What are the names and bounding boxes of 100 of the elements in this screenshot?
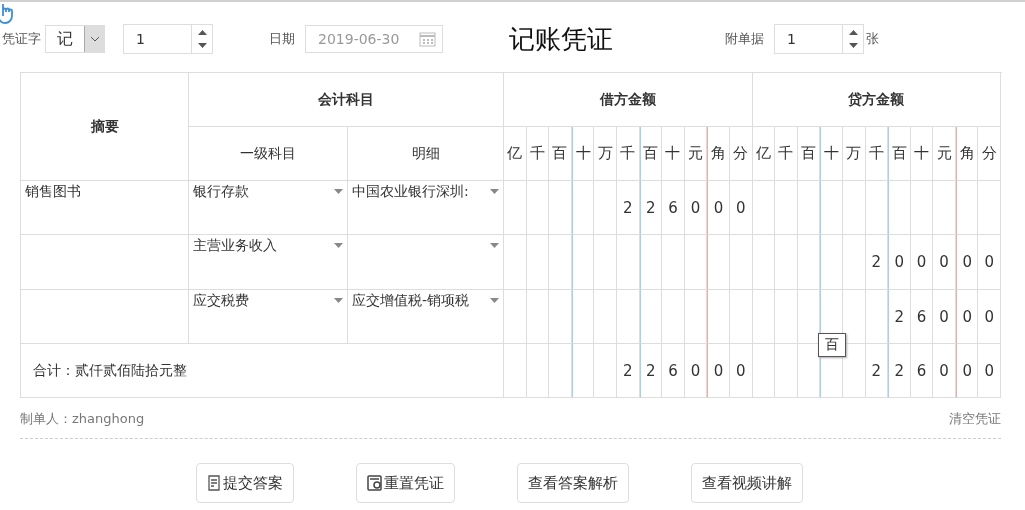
digit-header: 百: [639, 127, 663, 181]
attachments-field[interactable]: 1: [774, 24, 864, 54]
dropdown-icon[interactable]: [334, 243, 343, 248]
digit-cell: 0: [933, 235, 956, 290]
dropdown-icon[interactable]: [334, 298, 343, 303]
table-cell: [820, 181, 843, 235]
table-cell: [729, 290, 753, 344]
dropdown-icon[interactable]: [334, 189, 343, 194]
table-cell: [594, 290, 617, 344]
table-cell: [797, 235, 821, 290]
tooltip: 百: [818, 333, 846, 357]
digit-cell: 2: [888, 290, 911, 344]
table-cell: [707, 290, 730, 344]
table-cell: [526, 235, 550, 290]
digit-cell: 2: [616, 181, 640, 235]
digit-header: 万: [842, 127, 866, 181]
digit-cell: 2: [639, 181, 663, 235]
table-cell: [639, 290, 663, 344]
account-select[interactable]: 应交税费: [193, 292, 249, 310]
action-button[interactable]: 查看视频讲解: [691, 463, 803, 503]
table-cell: [820, 235, 843, 290]
table-cell: [662, 290, 685, 344]
digit-cell: 0: [978, 344, 1002, 398]
table-cell: [865, 290, 889, 344]
digit-header: 亿: [752, 127, 776, 181]
table-cell: [594, 181, 617, 235]
digit-cell: 0: [955, 235, 979, 290]
digit-header: 十: [820, 127, 843, 181]
table-cell: [684, 235, 708, 290]
table-cell: [594, 344, 617, 398]
table-cell: [775, 290, 798, 344]
digit-header: 元: [933, 127, 956, 181]
reset-icon: [367, 475, 382, 491]
digit-header: 十: [910, 127, 934, 181]
digit-cell: 0: [707, 344, 730, 398]
digit-header: 百: [888, 127, 911, 181]
digit-cell: 0: [684, 181, 708, 235]
table-cell: [775, 235, 798, 290]
digit-cell: 6: [910, 344, 934, 398]
detail-select[interactable]: 中国农业银行深圳:: [352, 183, 469, 201]
stepper-icon[interactable]: [197, 29, 207, 49]
digit-header: 分: [978, 127, 1002, 181]
dropdown-icon[interactable]: [490, 243, 499, 248]
column-header: 摘要: [21, 73, 189, 181]
table-cell: [752, 290, 776, 344]
action-button[interactable]: 提交答案: [196, 463, 294, 503]
stepper-icon[interactable]: [848, 29, 858, 49]
summary-cell[interactable]: 销售图书: [25, 183, 81, 201]
calendar-icon: [419, 31, 436, 47]
digit-cell: 0: [933, 290, 956, 344]
account-select[interactable]: 银行存款: [193, 183, 249, 201]
digit-header: 百: [797, 127, 821, 181]
digit-header: 元: [684, 127, 708, 181]
dropdown-icon[interactable]: [490, 298, 499, 303]
digit-cell: 2: [639, 344, 663, 398]
digit-header: 亿: [504, 127, 527, 181]
table-cell: [639, 235, 663, 290]
table-cell: [775, 344, 798, 398]
table-cell: [662, 235, 685, 290]
table-cell: [616, 235, 640, 290]
digit-cell: 6: [662, 181, 685, 235]
maker-label: 制单人：zhanghong: [20, 410, 145, 428]
digit-header: 十: [662, 127, 685, 181]
digit-cell: 2: [888, 344, 911, 398]
table-cell: [797, 181, 821, 235]
date-label: 日期: [269, 30, 295, 48]
digit-cell: 0: [684, 344, 708, 398]
digit-cell: 0: [707, 181, 730, 235]
detail-select[interactable]: 应交增值税-销项税: [352, 292, 470, 310]
voucher-word-select[interactable]: 记: [45, 25, 105, 53]
table-cell: [955, 181, 979, 235]
table-cell: [933, 181, 956, 235]
dropdown-icon[interactable]: [490, 189, 499, 194]
attachments-label: 附单据: [725, 30, 764, 48]
voucher-title: 记账凭证: [509, 22, 613, 56]
digit-cell: 0: [729, 344, 753, 398]
account-select[interactable]: 主营业务收入: [193, 237, 277, 255]
clear-voucher-link[interactable]: 清空凭证: [949, 410, 1001, 428]
action-button[interactable]: 查看答案解析: [517, 463, 629, 503]
digit-cell: 0: [978, 235, 1002, 290]
table-cell: [752, 235, 776, 290]
document-icon: [207, 475, 221, 491]
digit-header: 千: [526, 127, 550, 181]
digit-header: 千: [865, 127, 889, 181]
number-field[interactable]: 1: [123, 24, 213, 54]
unit-label: 张: [866, 30, 879, 48]
table-cell: [978, 181, 1002, 235]
table-cell: [842, 181, 866, 235]
table-cell: [729, 235, 753, 290]
action-button[interactable]: 重置凭证: [356, 463, 455, 503]
table-cell: [571, 235, 595, 290]
table-cell: [752, 181, 776, 235]
digit-header: 角: [707, 127, 730, 181]
digit-header: 角: [955, 127, 979, 181]
digit-cell: 0: [955, 290, 979, 344]
table-cell: [571, 181, 595, 235]
table-cell: [594, 235, 617, 290]
digit-cell: 0: [910, 235, 934, 290]
table-cell: [571, 290, 595, 344]
table-cell: [526, 181, 550, 235]
